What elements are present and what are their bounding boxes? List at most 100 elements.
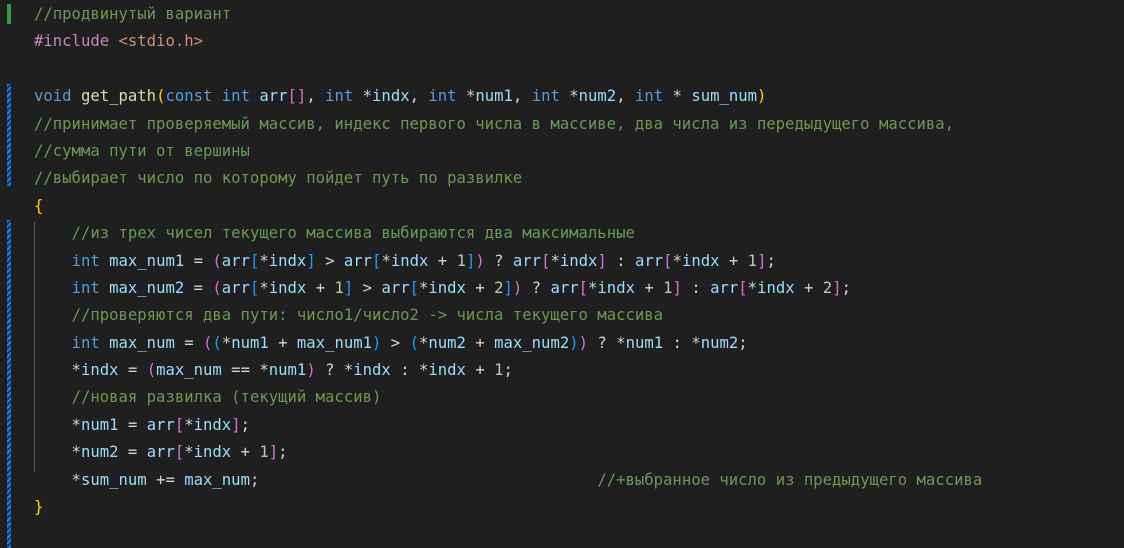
code-line[interactable]: int max_num = ((*num1 + max_num1) > (*nu…: [34, 330, 982, 357]
identifier-token: arr: [550, 278, 579, 297]
editor-gutter: [0, 0, 30, 548]
bracket-token: [: [249, 251, 260, 270]
keyword-token: int: [634, 87, 664, 106]
code-line[interactable]: *indx = (max_num == *num1) ? *indx : *in…: [34, 357, 982, 384]
bracket-token: (: [212, 333, 222, 352]
code-line[interactable]: *num2 = arr[*indx + 1];: [34, 439, 982, 466]
identifier-token: indx: [597, 278, 635, 297]
code-editor[interactable]: //продвинутый вариант #include <stdio.h> …: [0, 0, 1124, 548]
identifier-token: arr: [146, 415, 175, 434]
identifier-token: indx: [268, 278, 307, 297]
operator-token: *: [663, 87, 692, 106]
operator-token: *: [672, 251, 682, 270]
git-added-marker: [7, 4, 11, 24]
identifier-token: indx: [80, 361, 119, 380]
keyword-token: const: [165, 87, 213, 106]
identifier-token: indx: [193, 415, 232, 434]
number-token: 1: [334, 278, 344, 297]
operator-token: ?: [484, 251, 513, 270]
identifier-token: indx: [757, 278, 795, 297]
operator-token: : *: [390, 361, 429, 380]
bracket-token: }: [34, 498, 44, 517]
bracket-token: ]: [672, 278, 682, 297]
operator-token: *: [747, 278, 758, 297]
bracket-token: ): [578, 333, 588, 352]
code-line[interactable]: #include <stdio.h>: [34, 28, 982, 55]
operator-token: [34, 252, 72, 270]
keyword-token: int: [71, 333, 100, 352]
code-lines[interactable]: //продвинутый вариант #include <stdio.h> …: [34, 0, 982, 521]
code-line[interactable]: //принимает проверяемый массив, индекс п…: [34, 111, 982, 138]
bracket-token: [: [738, 278, 748, 297]
code-line[interactable]: void get_path(const int arr[], int *indx…: [34, 83, 982, 110]
code-line[interactable]: [34, 56, 982, 83]
operator-token: ;: [240, 415, 250, 434]
number-token: 1: [494, 361, 504, 380]
operator-token: >: [353, 278, 382, 297]
identifier-token: max_num1: [109, 251, 185, 270]
comment-token: //принимает проверяемый массив, индекс п…: [34, 114, 955, 133]
comment-token: //продвинутый вариант: [34, 5, 232, 23]
operator-token: [34, 224, 72, 242]
operator-token: =: [184, 251, 213, 270]
operator-token: =: [174, 333, 204, 352]
operator-token: [100, 279, 109, 297]
operator-token: +=: [146, 470, 185, 489]
bracket-token: ]: [268, 443, 279, 462]
bracket-token: [: [174, 443, 185, 462]
keyword-token: int: [325, 87, 354, 106]
operator-token: +: [268, 333, 297, 352]
operator-token: *: [418, 333, 429, 352]
bracket-token: [: [409, 278, 419, 297]
code-line[interactable]: int max_num1 = (arr[*indx] > arr[*indx +…: [34, 248, 982, 275]
number-token: 2: [822, 278, 833, 297]
keyword-token: void: [34, 87, 72, 106]
code-line[interactable]: //продвинутый вариант: [34, 1, 982, 28]
operator-token: [100, 334, 109, 352]
code-line[interactable]: //выбирает число по которому пойдет путь…: [34, 165, 982, 192]
code-line[interactable]: //проверяются два пути: число1/число2 ->…: [34, 302, 982, 329]
operator-token: *: [34, 470, 81, 489]
operator-token: [72, 87, 81, 105]
code-line[interactable]: //из трех чисел текущего массива выбираю…: [34, 220, 982, 247]
operator-token: +: [794, 278, 823, 297]
operator-token: ?: [522, 278, 551, 297]
operator-token: *: [353, 87, 373, 106]
operator-token: == *: [221, 361, 269, 380]
operator-token: :: [606, 251, 635, 270]
operator-token: *: [34, 415, 81, 434]
identifier-token: num1: [231, 333, 269, 352]
code-line[interactable]: {: [34, 193, 982, 220]
code-line[interactable]: *num1 = arr[*indx];: [34, 412, 982, 439]
operator-token: [34, 334, 72, 352]
operator-token: +: [306, 278, 335, 297]
code-line[interactable]: }: [34, 494, 982, 521]
identifier-token: num1: [268, 361, 307, 380]
operator-token: *: [184, 443, 194, 462]
operator-token: [109, 32, 118, 50]
identifier-token: max_num: [109, 333, 175, 352]
operator-token: [250, 87, 259, 105]
operator-token: +: [231, 443, 260, 462]
operator-token: =: [118, 415, 147, 434]
bracket-token: ): [306, 361, 316, 380]
identifier-token: arr: [221, 251, 250, 270]
bracket-token: (: [409, 333, 419, 352]
operator-token: ,: [409, 87, 429, 106]
comment-token: //сумма пути от вершины: [34, 141, 250, 160]
identifier-token: num2: [80, 443, 119, 462]
bracket-token: ]: [597, 251, 607, 270]
identifier-token: indx: [428, 278, 466, 297]
code-line[interactable]: int max_num2 = (arr[*indx + 1] > arr[*in…: [34, 275, 982, 302]
bracket-token: ): [757, 87, 767, 106]
code-line[interactable]: *sum_num += max_num; //+выбранное число …: [34, 467, 983, 494]
code-line[interactable]: //новая развилка (текущий массив): [34, 384, 982, 411]
operator-token: ? *: [588, 333, 626, 352]
operator-token: *: [34, 361, 81, 380]
identifier-token: arr: [512, 251, 542, 270]
operator-token: ;: [841, 278, 851, 297]
code-line[interactable]: //сумма пути от вершины: [34, 138, 982, 165]
bracket-token: ): [475, 251, 485, 270]
identifier-token: indx: [193, 443, 232, 462]
identifier-token: max_num2: [109, 278, 185, 297]
